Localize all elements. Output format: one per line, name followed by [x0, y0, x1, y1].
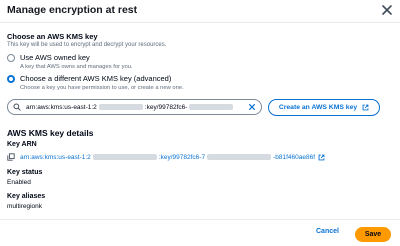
radio-label-aws-owned: Use AWS owned key [20, 53, 90, 62]
search-input-value: arn:aws:kms:us-east-1:2:key/99782fc6- [26, 104, 248, 111]
external-link-icon [318, 154, 325, 160]
redacted-segment [98, 103, 143, 110]
close-icon[interactable] [380, 3, 394, 17]
clear-icon[interactable] [248, 103, 256, 111]
save-button[interactable]: Save [355, 227, 391, 242]
header-divider [0, 22, 400, 23]
radio-label-different-key: Choose a different AWS KMS key (advanced… [20, 74, 172, 83]
key-arn-row: arn:aws:kms:us-east-1:2:key/99782fc6-7 -b… [7, 153, 325, 161]
search-icon [13, 103, 21, 111]
key-aliases-label: Key aliases [7, 193, 46, 200]
key-arn-link[interactable]: arn:aws:kms:us-east-1:2:key/99782fc6-7 -b… [20, 154, 325, 161]
radio-button-different-key[interactable] [7, 75, 15, 83]
radio-aws-owned-key[interactable]: Use AWS owned key A key that AWS owns an… [7, 53, 133, 71]
radio-different-key[interactable]: Choose a different AWS KMS key (advanced… [7, 74, 184, 92]
radio-desc-different-key: Choose a key you have permission to use,… [20, 85, 184, 91]
radio-button-aws-owned[interactable] [7, 54, 15, 62]
redacted-segment [207, 154, 272, 160]
key-status-label: Key status [7, 169, 43, 176]
key-arn-label: Key ARN [7, 141, 37, 148]
modal-title: Manage encryption at rest [7, 4, 138, 16]
create-kms-key-label: Create an AWS KMS key [278, 104, 358, 111]
copy-icon[interactable] [7, 153, 15, 161]
key-section-label: Choose an AWS KMS key [7, 32, 98, 41]
cancel-button[interactable]: Cancel [316, 228, 339, 235]
redacted-segment [189, 103, 234, 110]
redacted-segment [92, 154, 157, 160]
key-status-value: Enabled [7, 179, 31, 186]
key-aliases-value: multiregionk [7, 203, 43, 210]
kms-key-search-input[interactable]: arn:aws:kms:us-east-1:2:key/99782fc6- [7, 99, 262, 115]
external-link-icon [362, 104, 369, 111]
footer-divider [0, 219, 400, 220]
radio-desc-aws-owned: A key that AWS owns and manages for you. [20, 64, 133, 70]
key-details-title: AWS KMS key details [7, 128, 94, 138]
create-kms-key-button[interactable]: Create an AWS KMS key [268, 99, 380, 116]
key-section-description: This key will be used to encrypt and dec… [7, 42, 167, 48]
